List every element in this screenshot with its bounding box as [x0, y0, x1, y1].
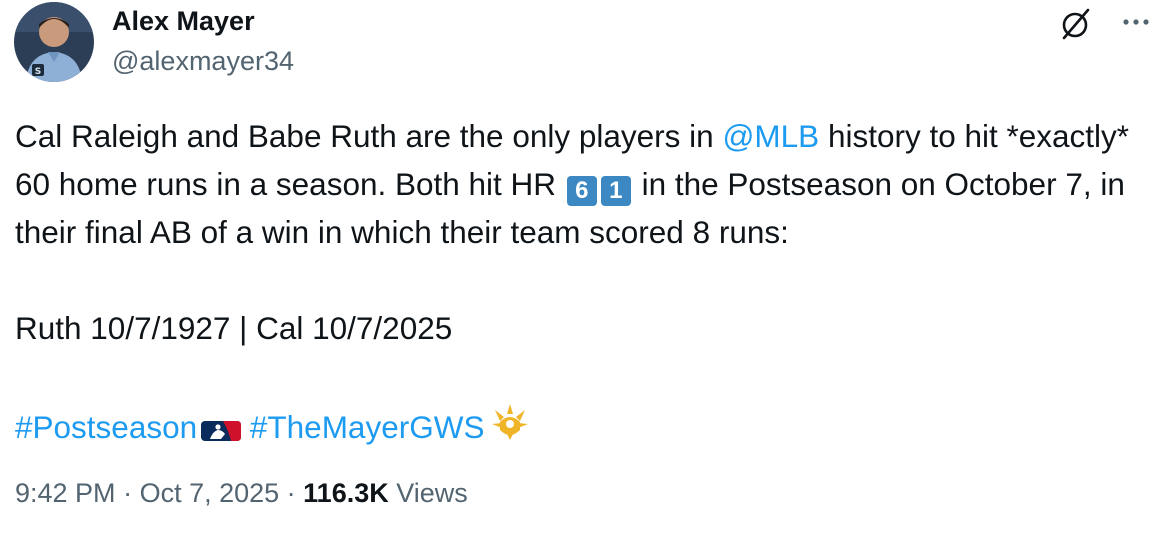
tweet-date[interactable]: Oct 7, 2025: [140, 478, 280, 508]
tweet-text: Cal Raleigh and Babe Ruth are the only p…: [15, 112, 1145, 455]
tweet-text-part: Cal Raleigh and Babe Ruth are the only p…: [15, 118, 723, 154]
mlb-logo-icon: [201, 407, 242, 455]
meta-separator: ·: [115, 478, 140, 508]
tweet-time[interactable]: 9:42 PM: [15, 478, 116, 508]
keycap-digit-one-icon: 1: [600, 176, 631, 206]
views-label: Views: [388, 478, 468, 508]
hashtag-themayergws[interactable]: #TheMayerGWS: [250, 409, 485, 445]
views-count: 116.3K: [303, 478, 389, 508]
hashtag-postseason[interactable]: #Postseason: [15, 409, 197, 445]
keycap-digit-six-icon: 6: [566, 176, 597, 206]
avatar[interactable]: S: [14, 2, 94, 82]
svg-text:S: S: [35, 67, 41, 77]
author-handle[interactable]: @alexmayer34: [112, 46, 294, 77]
author-display-name[interactable]: Alex Mayer: [112, 6, 255, 37]
tweet-hashtags: #Postseason #TheMayerGWS: [15, 400, 1145, 455]
mention-link[interactable]: @MLB: [722, 118, 819, 154]
tweet-meta: 9:42 PM · Oct 7, 2025 · 116.3K Views: [15, 478, 468, 509]
tweet-paragraph: Cal Raleigh and Babe Ruth are the only p…: [15, 112, 1145, 256]
hashtag-separator: [241, 409, 250, 445]
tweet-dates: Ruth 10/7/1927 | Cal 10/7/2025: [15, 310, 453, 346]
tweet-header: S Alex Mayer @alexmayer34: [14, 0, 1157, 90]
meta-separator: ·: [279, 478, 304, 508]
more-options-icon[interactable]: [1116, 10, 1156, 34]
grok-icon[interactable]: [1058, 6, 1094, 42]
trident-emblem-icon: [488, 400, 532, 455]
